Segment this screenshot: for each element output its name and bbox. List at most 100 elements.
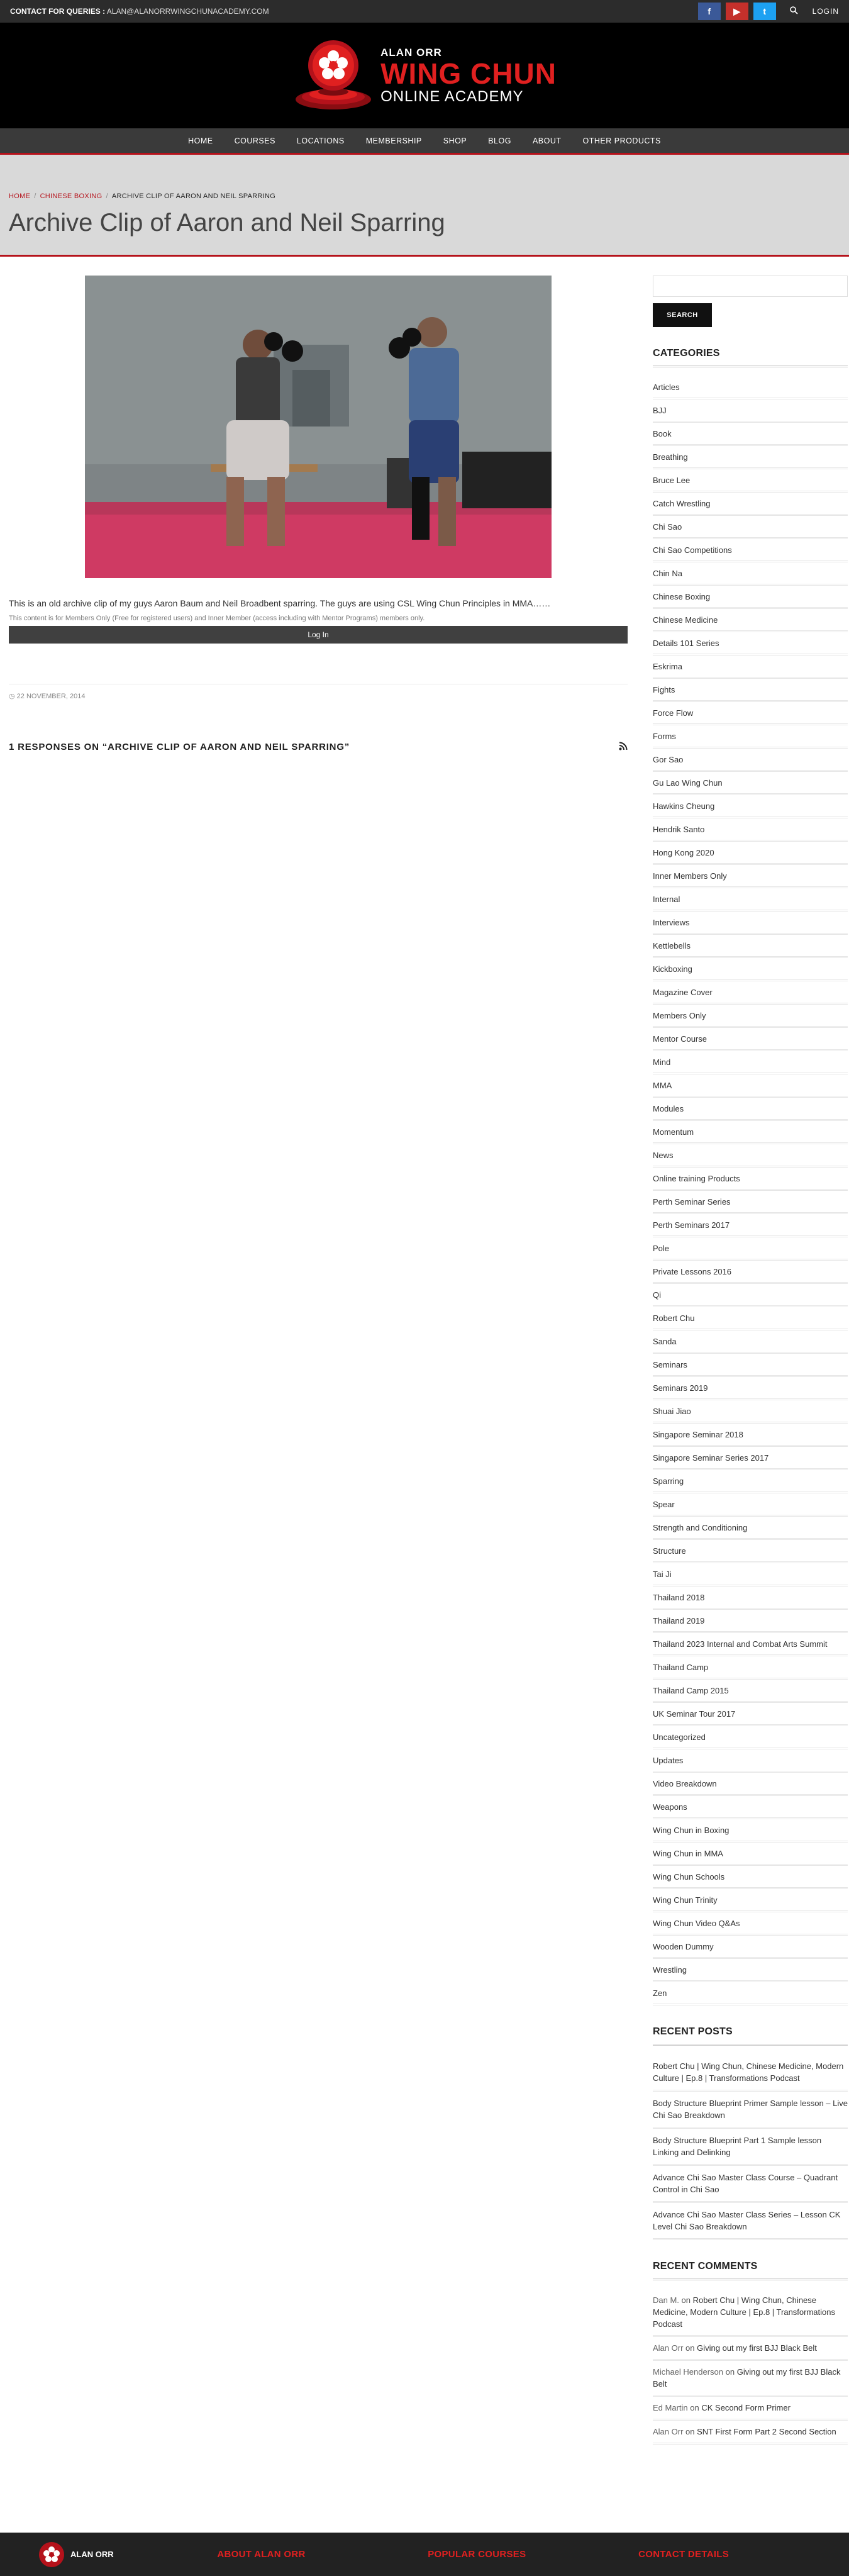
category-link[interactable]: Mind [653, 1051, 848, 1074]
breadcrumb-category-link[interactable]: CHINESE BOXING [40, 192, 103, 200]
recent-post-link[interactable]: Body Structure Blueprint Primer Sample l… [653, 2092, 848, 2129]
category-link[interactable]: Hong Kong 2020 [653, 842, 848, 865]
breadcrumb-home-link[interactable]: HOME [9, 192, 30, 200]
category-link[interactable]: Modules [653, 1098, 848, 1121]
category-link[interactable]: Seminars [653, 1354, 848, 1377]
login-link[interactable]: LOGIN [813, 7, 839, 16]
category-link[interactable]: Hendrik Santo [653, 818, 848, 842]
category-link[interactable]: Robert Chu [653, 1307, 848, 1330]
category-link[interactable]: Fights [653, 679, 848, 702]
category-link[interactable]: Shuai Jiao [653, 1400, 848, 1424]
category-link[interactable]: Thailand 2023 Internal and Combat Arts S… [653, 1633, 848, 1656]
category-link[interactable]: Wrestling [653, 1959, 848, 1982]
site-logo[interactable]: ALAN ORR WING CHUN ONLINE ACADEMY [292, 38, 557, 113]
category-link[interactable]: Magazine Cover [653, 981, 848, 1005]
category-link[interactable]: Singapore Seminar 2018 [653, 1424, 848, 1447]
category-link[interactable]: Force Flow [653, 702, 848, 725]
category-link[interactable]: Thailand Camp [653, 1656, 848, 1680]
category-link[interactable]: Book [653, 423, 848, 446]
category-link[interactable]: Eskrima [653, 655, 848, 679]
category-link[interactable]: Wing Chun Schools [653, 1866, 848, 1889]
category-link[interactable]: News [653, 1144, 848, 1168]
recent-post-link[interactable]: Robert Chu | Wing Chun, Chinese Medicine… [653, 2055, 848, 2092]
category-link[interactable]: Internal [653, 888, 848, 912]
category-link[interactable]: Bruce Lee [653, 469, 848, 493]
sidebar-search-button[interactable]: SEARCH [653, 303, 712, 327]
category-link[interactable]: Qi [653, 1284, 848, 1307]
category-link[interactable]: Video Breakdown [653, 1773, 848, 1796]
nav-courses[interactable]: COURSES [235, 137, 275, 145]
category-link[interactable]: Kettlebells [653, 935, 848, 958]
category-link[interactable]: Spear [653, 1493, 848, 1517]
category-link[interactable]: Hawkins Cheung [653, 795, 848, 818]
category-link[interactable]: Chin Na [653, 562, 848, 586]
category-link[interactable]: Structure [653, 1540, 848, 1563]
category-link[interactable]: Wooden Dummy [653, 1936, 848, 1959]
category-link[interactable]: Chinese Medicine [653, 609, 848, 632]
category-link[interactable]: Catch Wrestling [653, 493, 848, 516]
category-link[interactable]: Updates [653, 1749, 848, 1773]
comment-post-link[interactable]: CK Second Form Primer [701, 2403, 791, 2412]
category-link[interactable]: Private Lessons 2016 [653, 1261, 848, 1284]
nav-locations[interactable]: LOCATIONS [297, 137, 345, 145]
category-link[interactable]: Mentor Course [653, 1028, 848, 1051]
category-link[interactable]: Inner Members Only [653, 865, 848, 888]
nav-about[interactable]: ABOUT [533, 137, 562, 145]
recent-post-link[interactable]: Advance Chi Sao Master Class Course – Qu… [653, 2166, 848, 2203]
category-link[interactable]: Perth Seminar Series [653, 1191, 848, 1214]
category-link[interactable]: Forms [653, 725, 848, 749]
log-in-button[interactable]: Log In [9, 626, 628, 644]
search-icon[interactable] [785, 6, 804, 16]
facebook-icon[interactable]: f [697, 3, 721, 20]
category-link[interactable]: Chinese Boxing [653, 586, 848, 609]
category-link[interactable]: Thailand 2019 [653, 1610, 848, 1633]
category-link[interactable]: Momentum [653, 1121, 848, 1144]
nav-home[interactable]: HOME [188, 137, 213, 145]
footer-logo[interactable]: ALAN ORR [38, 2541, 217, 2568]
category-link[interactable]: Members Only [653, 1005, 848, 1028]
comment-post-link[interactable]: Giving out my first BJJ Black Belt [697, 2343, 817, 2353]
category-link[interactable]: Chi Sao Competitions [653, 539, 848, 562]
category-link[interactable]: MMA [653, 1074, 848, 1098]
category-link[interactable]: UK Seminar Tour 2017 [653, 1703, 848, 1726]
nav-shop[interactable]: SHOP [443, 137, 467, 145]
category-link[interactable]: Online training Products [653, 1168, 848, 1191]
comment-post-link[interactable]: SNT First Form Part 2 Second Section [697, 2427, 836, 2436]
category-link[interactable]: Sanda [653, 1330, 848, 1354]
category-link[interactable]: Tai Ji [653, 1563, 848, 1586]
nav-membership[interactable]: MEMBERSHIP [366, 137, 422, 145]
category-link[interactable]: Breathing [653, 446, 848, 469]
recent-post-link[interactable]: Body Structure Blueprint Part 1 Sample l… [653, 2129, 848, 2166]
category-link[interactable]: Wing Chun Trinity [653, 1889, 848, 1912]
category-link[interactable]: Zen [653, 1982, 848, 2005]
category-link[interactable]: Singapore Seminar Series 2017 [653, 1447, 848, 1470]
category-link[interactable]: Details 101 Series [653, 632, 848, 655]
category-link[interactable]: Sparring [653, 1470, 848, 1493]
category-link[interactable]: Strength and Conditioning [653, 1517, 848, 1540]
recent-post-link[interactable]: Advance Chi Sao Master Class Series – Le… [653, 2203, 848, 2240]
contact-email-link[interactable]: ALAN@ALANORRWINGCHUNACADEMY.COM [107, 7, 269, 16]
category-link[interactable]: Pole [653, 1237, 848, 1261]
category-link[interactable]: Interviews [653, 912, 848, 935]
category-link[interactable]: Wing Chun Video Q&As [653, 1912, 848, 1936]
category-link[interactable]: Gu Lao Wing Chun [653, 772, 848, 795]
nav-other-products[interactable]: OTHER PRODUCTS [583, 137, 661, 145]
youtube-icon[interactable]: ▶ [725, 3, 748, 20]
category-link[interactable]: Thailand 2018 [653, 1586, 848, 1610]
category-link[interactable]: Gor Sao [653, 749, 848, 772]
category-link[interactable]: Thailand Camp 2015 [653, 1680, 848, 1703]
rss-icon[interactable] [619, 742, 628, 752]
twitter-icon[interactable]: t [753, 3, 776, 20]
category-link[interactable]: Weapons [653, 1796, 848, 1819]
category-link[interactable]: Uncategorized [653, 1726, 848, 1749]
nav-blog[interactable]: BLOG [488, 137, 511, 145]
category-link[interactable]: Wing Chun in Boxing [653, 1819, 848, 1843]
comment-post-link[interactable]: Robert Chu | Wing Chun, Chinese Medicine… [653, 2295, 835, 2329]
category-link[interactable]: Wing Chun in MMA [653, 1843, 848, 1866]
category-link[interactable]: Kickboxing [653, 958, 848, 981]
sidebar-search-input[interactable] [653, 276, 848, 297]
category-link[interactable]: Articles [653, 376, 848, 399]
category-link[interactable]: Chi Sao [653, 516, 848, 539]
category-link[interactable]: BJJ [653, 399, 848, 423]
category-link[interactable]: Seminars 2019 [653, 1377, 848, 1400]
